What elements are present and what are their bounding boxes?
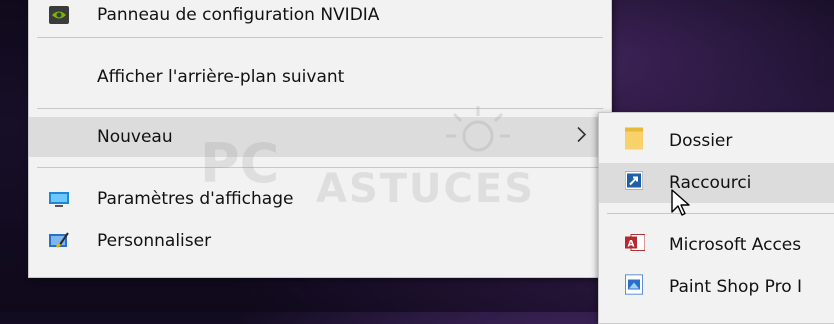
shortcut-icon bbox=[624, 171, 644, 195]
submenu-item-shortcut[interactable]: Raccourci bbox=[599, 163, 834, 203]
menu-item-label: Nouveau bbox=[97, 127, 173, 147]
menu-separator bbox=[37, 37, 603, 38]
menu-item-new[interactable]: Nouveau bbox=[29, 117, 611, 157]
menu-item-display-settings[interactable]: Paramètres d'affichage bbox=[29, 179, 611, 219]
mouse-pointer-icon bbox=[671, 189, 690, 216]
menu-item-nvidia-panel[interactable]: Panneau de configuration NVIDIA bbox=[29, 0, 611, 35]
menu-item-personalize[interactable]: Personnaliser bbox=[29, 221, 611, 261]
new-submenu: Dossier Raccourci A Microsoft Acces Pain… bbox=[598, 112, 834, 324]
submenu-item-label: Microsoft Acces bbox=[669, 235, 802, 255]
menu-separator bbox=[37, 167, 603, 168]
nvidia-icon bbox=[49, 6, 69, 24]
menu-item-next-background[interactable]: Afficher l'arrière-plan suivant bbox=[29, 57, 611, 97]
menu-item-label: Panneau de configuration NVIDIA bbox=[97, 5, 380, 25]
menu-item-label: Afficher l'arrière-plan suivant bbox=[97, 67, 345, 87]
menu-item-label: Personnaliser bbox=[97, 231, 212, 251]
access-icon: A bbox=[625, 233, 646, 258]
menu-item-label: Paramètres d'affichage bbox=[97, 189, 294, 209]
personalize-icon bbox=[49, 232, 69, 250]
menu-separator bbox=[37, 108, 603, 109]
paintshop-icon bbox=[624, 273, 644, 300]
submenu-item-label: Dossier bbox=[669, 131, 733, 151]
submenu-item-paintshop[interactable]: Paint Shop Pro I bbox=[599, 267, 834, 307]
svg-text:A: A bbox=[628, 240, 635, 250]
lightbulb-watermark-icon bbox=[446, 106, 510, 152]
chevron-right-icon bbox=[577, 126, 587, 148]
submenu-separator bbox=[607, 213, 834, 214]
submenu-item-folder[interactable]: Dossier bbox=[599, 121, 834, 161]
submenu-item-label: Paint Shop Pro I bbox=[669, 277, 803, 297]
submenu-item-access[interactable]: A Microsoft Acces bbox=[599, 225, 834, 265]
folder-icon bbox=[625, 127, 643, 155]
desktop-context-menu: Panneau de configuration NVIDIA Afficher… bbox=[28, 0, 612, 278]
display-settings-icon bbox=[49, 190, 69, 208]
